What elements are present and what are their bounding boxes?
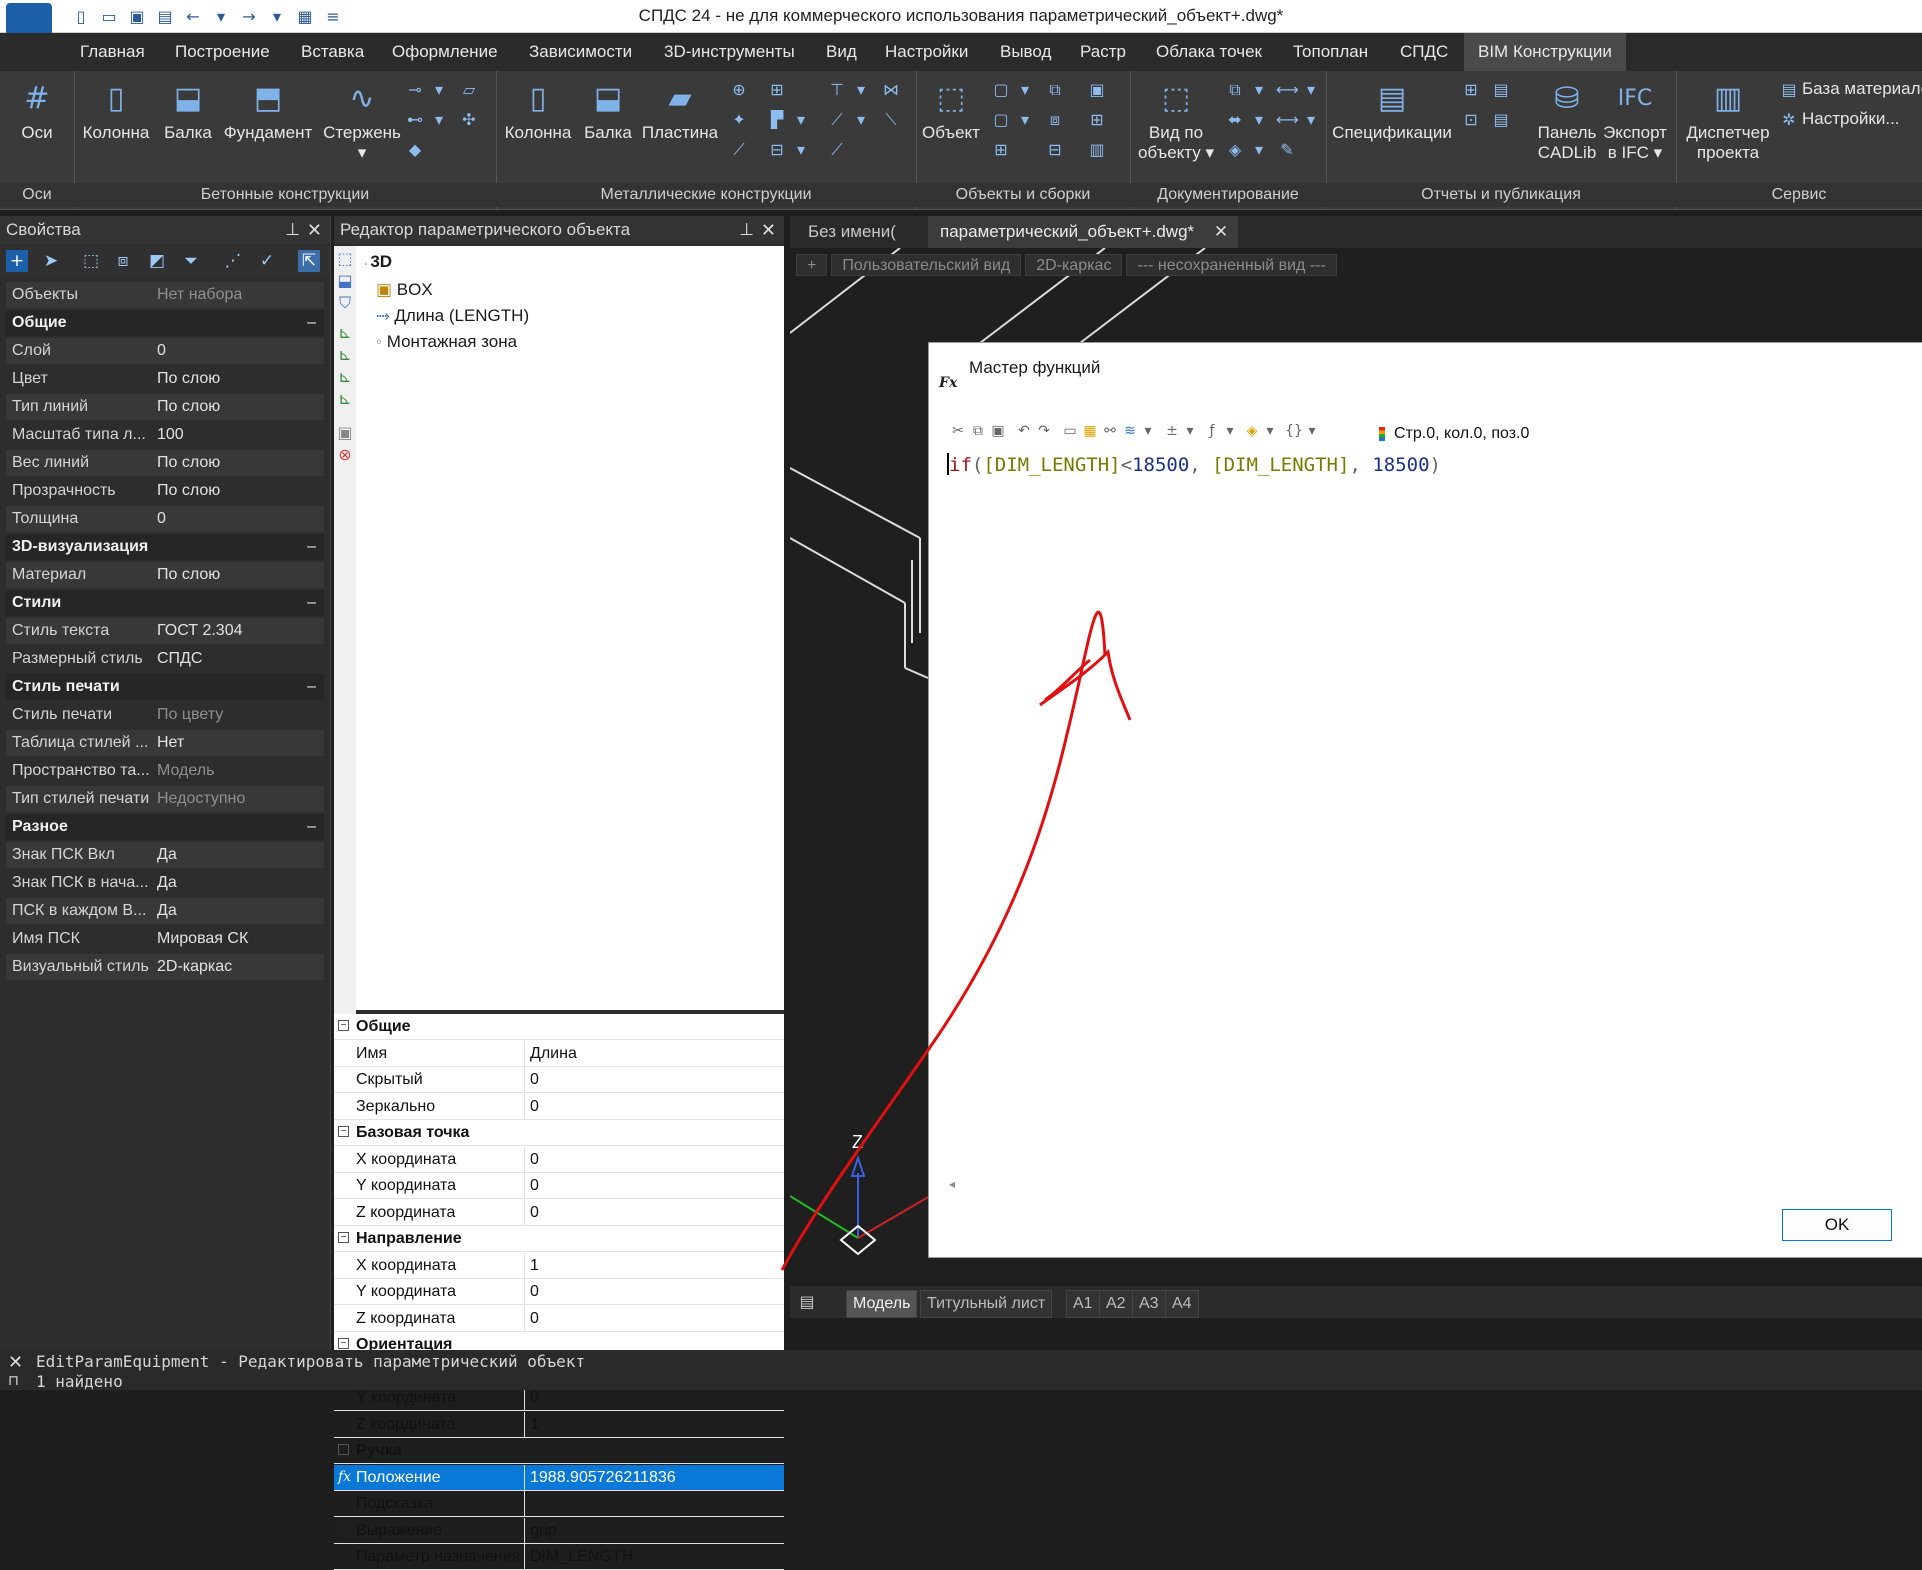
- annotation-arrow-head: [1039, 648, 1132, 721]
- grid-key: Подсказка: [356, 1491, 525, 1516]
- collapse-icon[interactable]: −: [338, 1444, 349, 1455]
- grid-row[interactable]: fx Положение 1988.905726211836: [334, 1465, 784, 1491]
- grid-row[interactable]: fx Выражение grip: [334, 1518, 784, 1544]
- grid-value[interactable]: DIM_LENGTH: [530, 1544, 780, 1569]
- command-history-icon: ⊓: [8, 1372, 19, 1388]
- annotation-arrow: [780, 610, 1132, 1271]
- grid-value[interactable]: 1988.905726211836: [530, 1465, 780, 1490]
- grid-row[interactable]: Подсказка: [334, 1491, 784, 1517]
- close-icon[interactable]: ✕: [8, 1352, 23, 1373]
- function-icon[interactable]: fx: [338, 1465, 351, 1490]
- grid-key: Выражение: [356, 1518, 525, 1543]
- command-line-1: EditParamEquipment - Редактировать парам…: [36, 1352, 586, 1371]
- annotation-arrow-shaft: [780, 610, 1107, 1271]
- annotation-arrow-head-stroke: [1044, 658, 1091, 702]
- function-icon[interactable]: fx: [338, 1518, 351, 1543]
- grid-key: Параметр назначения: [356, 1544, 525, 1569]
- grid-row[interactable]: Z координата 1: [334, 1412, 784, 1438]
- command-output: EditParamEquipment - Редактировать парам…: [36, 1352, 585, 1392]
- grid-key: Положение: [356, 1465, 525, 1490]
- grid-value[interactable]: 1: [530, 1412, 780, 1437]
- grid-value[interactable]: grip: [530, 1518, 780, 1543]
- grid-row[interactable]: Параметр назначения DIM_LENGTH: [334, 1544, 784, 1570]
- grid-key: Z координата: [356, 1412, 525, 1437]
- grid-key: Ручка: [356, 1442, 402, 1459]
- command-line-2: 1 найдено: [36, 1372, 123, 1391]
- command-line[interactable]: ✕ ⊓ EditParamEquipment - Редактировать п…: [0, 1350, 1922, 1392]
- grid-section[interactable]: − Ручка: [334, 1438, 784, 1464]
